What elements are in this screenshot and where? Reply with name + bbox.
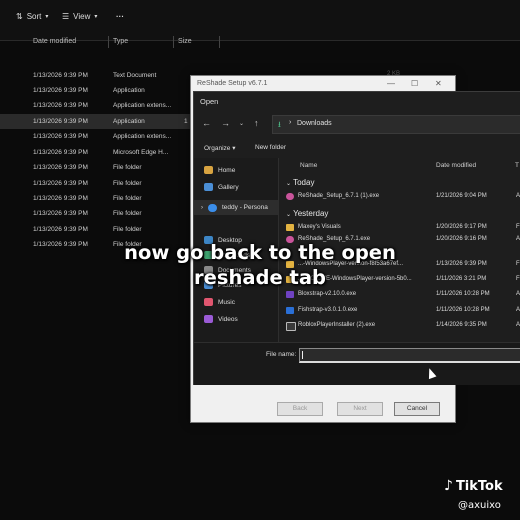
table-row[interactable]: 1/13/2026 9:39 PM File folder	[0, 206, 190, 221]
column-type[interactable]: T	[515, 162, 519, 169]
dialog-title: Open	[200, 97, 219, 106]
group-header-yesterday[interactable]: ⌄ Yesterday	[286, 209, 328, 218]
home-icon	[204, 166, 213, 174]
close-icon[interactable]: ✕	[435, 79, 442, 88]
nav-item-gallery[interactable]: Gallery	[204, 183, 239, 191]
list-item[interactable]: Maxey's Visuals1/20/2026 9:17 PMFi	[280, 222, 520, 233]
maximize-icon[interactable]: ☐	[411, 79, 418, 88]
chevron-right-icon: ›	[289, 119, 292, 126]
chevron-right-icon: ›	[201, 204, 203, 211]
list-item[interactable]: RobloxPlayerInstaller (2).exe 1/14/2026 9…	[280, 320, 520, 331]
table-row[interactable]: 1/13/2026 9:39 PM File folder	[0, 176, 190, 191]
column-divider[interactable]	[108, 36, 109, 48]
address-bar[interactable]: ⭳ › Downloads	[272, 115, 520, 134]
videos-icon	[204, 315, 213, 323]
fishstrap-icon	[286, 307, 294, 314]
caption-line-2: reshade tab	[194, 266, 326, 289]
nav-item-videos[interactable]: Videos	[204, 315, 238, 323]
chevron-down-icon[interactable]: ⌄	[239, 120, 244, 127]
window-title: ReShade Setup v6.7.1	[197, 80, 268, 87]
tiktok-username: @axuixo	[458, 500, 501, 511]
bloxstrap-icon	[286, 291, 294, 298]
tiktok-icon: ♪	[444, 478, 453, 494]
open-file-dialog: Open ← → ⌄ ↑ ⭳ › Downloads Organize ▾ Ne…	[193, 91, 520, 385]
navigation-bar: ← → ⌄ ↑ ⭳ › Downloads	[194, 110, 520, 136]
table-row[interactable]: 1/13/2026 9:39 PM Text Document	[0, 68, 190, 83]
table-row[interactable]: 1/13/2026 9:39 PM Application extens...	[0, 98, 190, 113]
nav-item-onedrive[interactable]: › teddy - Persona	[194, 200, 278, 215]
back-button[interactable]: Back	[277, 402, 323, 416]
column-name[interactable]: Name	[300, 162, 317, 169]
table-row[interactable]: 1/13/2026 9:39 PM File folder	[0, 222, 190, 237]
next-button[interactable]: Next	[337, 402, 383, 416]
size-readout: 2 KB	[387, 71, 401, 77]
cancel-button[interactable]: Cancel	[394, 402, 440, 416]
chevron-down-icon: ▾	[94, 14, 98, 20]
nav-item-music[interactable]: Music	[204, 298, 235, 306]
sort-icon: ⇅	[16, 12, 23, 21]
minimize-icon[interactable]: —	[387, 79, 395, 88]
text-caret	[302, 351, 303, 359]
back-arrow-icon[interactable]: ←	[202, 118, 211, 128]
gallery-icon	[204, 183, 213, 191]
list-item[interactable]: ReShade_Setup_6.7.1 (1).exe 1/21/2026 9:0…	[280, 191, 520, 202]
table-row[interactable]: 1/13/2026 9:39 PM File folder	[0, 191, 190, 206]
column-date-modified[interactable]: Date modified	[436, 162, 476, 169]
chevron-down-icon: ▾	[232, 145, 236, 152]
nav-item-home[interactable]: Home	[204, 166, 235, 174]
table-row[interactable]: 1/13/2026 9:39 PM Application	[0, 83, 190, 98]
list-item[interactable]: Bloxstrap-v2.10.0.exe 1/11/2026 10:28 PM A	[280, 289, 520, 300]
organize-button[interactable]: Organize ▾	[204, 144, 235, 152]
reshade-icon	[286, 193, 294, 200]
download-icon: ⭳	[278, 120, 281, 129]
caption-line-1: now go back to the open	[124, 241, 396, 264]
column-type[interactable]: Type	[113, 38, 128, 45]
tiktok-watermark: ♪ TikTok	[444, 478, 503, 494]
cloud-icon	[208, 203, 217, 212]
view-icon: ☰	[62, 12, 70, 21]
column-size[interactable]: Size	[178, 38, 192, 45]
up-arrow-icon[interactable]: ↑	[254, 118, 259, 128]
chevron-down-icon: ⌄	[286, 212, 292, 218]
address-text: Downloads	[297, 120, 332, 127]
folder-icon	[286, 224, 294, 231]
list-item[interactable]: Fishstrap-v3.0.1.0.exe 1/11/2026 10:28 PM…	[280, 305, 520, 316]
explorer-toolbar: ⇅ Sort ▾ ☰ View ▾ ···	[0, 0, 520, 41]
music-icon	[204, 298, 213, 306]
column-date-modified[interactable]: Date modified	[33, 38, 76, 45]
roblox-icon	[286, 322, 296, 331]
table-row[interactable]: 1/13/2026 9:39 PM File folder	[0, 160, 190, 175]
column-divider[interactable]	[219, 36, 220, 48]
forward-arrow-icon[interactable]: →	[221, 118, 230, 128]
file-name-bar: File name:	[194, 342, 520, 385]
sort-button[interactable]: ⇅ Sort ▾	[16, 12, 48, 21]
command-bar: Organize ▾ New folder	[194, 140, 520, 156]
chevron-down-icon: ⌄	[286, 181, 292, 187]
view-button[interactable]: ☰ View ▾	[62, 12, 97, 21]
group-header-today[interactable]: ⌄ Today	[286, 178, 314, 187]
file-name-label: File name:	[266, 351, 297, 358]
chevron-down-icon: ▾	[45, 14, 49, 20]
table-row[interactable]: 1/13/2026 9:39 PM Application 1	[0, 114, 190, 129]
video-caption: now go back to the open reshade tab	[0, 240, 520, 290]
more-options-button[interactable]: ···	[116, 12, 124, 21]
table-row[interactable]: 1/13/2026 9:39 PM Application extens...	[0, 129, 190, 144]
new-folder-button[interactable]: New folder	[255, 144, 286, 151]
column-divider[interactable]	[173, 36, 174, 48]
table-row[interactable]: 1/13/2026 9:39 PM Microsoft Edge H...	[0, 145, 190, 160]
file-name-input[interactable]	[299, 348, 520, 363]
